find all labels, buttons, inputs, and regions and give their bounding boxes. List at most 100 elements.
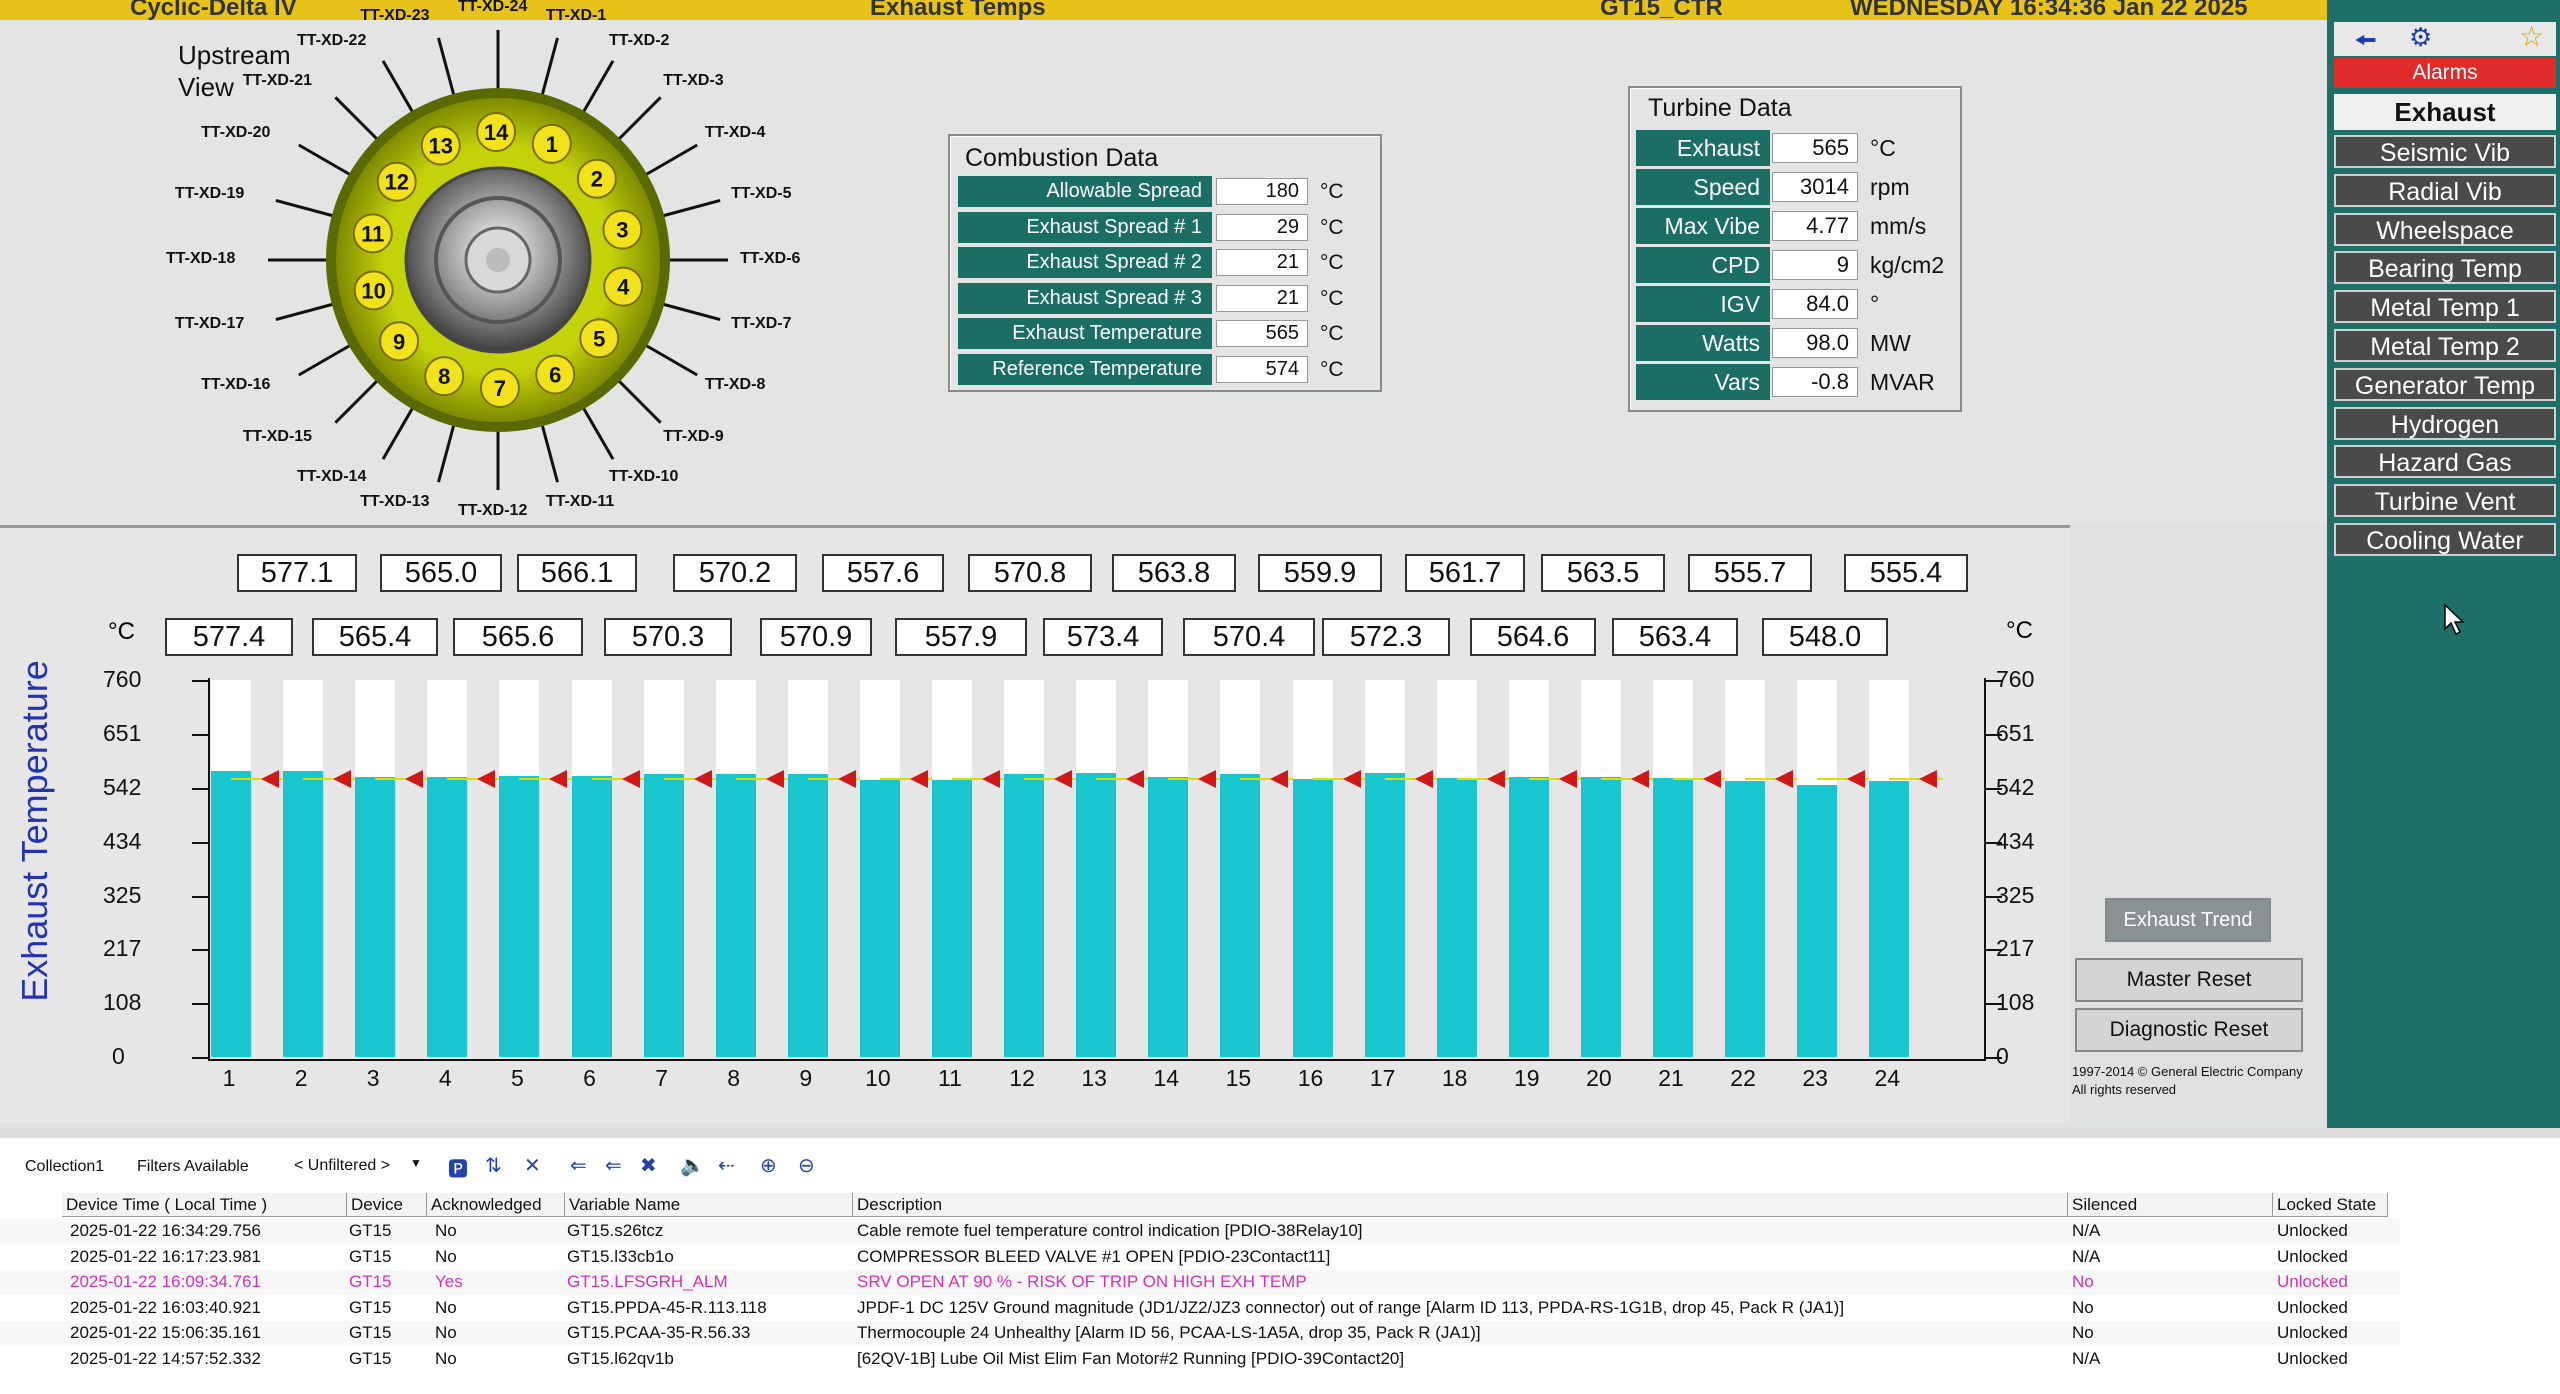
turbine-row-label: CPD [1636,247,1770,283]
column-header[interactable]: Variable Name [565,1193,853,1217]
thermocouple-label: TT-XD-13 [360,493,430,511]
delete-icon[interactable]: ✕ [524,1153,541,1178]
turbine-row-label: Speed [1636,169,1770,205]
nav-item-seismic-vib[interactable]: Seismic Vib [2334,135,2556,168]
combustion-row-label: Reference Temperature [958,353,1212,385]
reset-icon[interactable]: ⇠ [718,1153,735,1178]
thermocouple-line [661,302,721,321]
master-reset-button[interactable]: Master Reset [2075,958,2303,1002]
nav-item-generator-temp[interactable]: Generator Temp [2334,367,2556,401]
silence-icon[interactable]: ✖ [640,1153,657,1178]
column-header[interactable]: Device [347,1193,427,1217]
bar-24 [1869,781,1910,1057]
table-cell: 2025-01-22 16:09:34.761 [70,1272,261,1291]
exhaust-trend-button[interactable]: Exhaust Trend [2105,898,2271,942]
y-tick-mark-left [192,841,208,844]
column-header[interactable]: Silenced [2068,1193,2273,1217]
column-header[interactable]: Locked State [2273,1193,2388,1217]
thermocouple-line [298,343,352,377]
table-cell: No [435,1348,457,1368]
y-tick-label-left: 651 [103,720,142,747]
combustion-row-label: Exhaust Spread # 1 [958,211,1212,243]
nav-item-hydrogen[interactable]: Hydrogen [2334,406,2556,440]
thermocouple-line [540,423,559,483]
zoom-in-icon[interactable]: ⊕ [760,1153,777,1178]
nav-item-radial-vib[interactable]: Radial Vib [2334,173,2556,207]
alarms-button[interactable]: Alarms [2334,58,2556,88]
star-icon[interactable]: ☆ [2519,20,2544,53]
chevron-down-icon[interactable]: ▼ [410,1156,422,1170]
table-cell: GT15.PCAA-35-R.56.33 [567,1323,751,1342]
x-tick-label: 23 [1802,1065,1828,1091]
table-cell: N/A [2072,1348,2101,1368]
combustion-row-unit: °C [1320,251,1344,274]
table-cell: Thermocouple 24 Unhealthy [Alarm ID 56, … [857,1323,1481,1342]
value-label-top: 555.7 [1688,554,1812,592]
turbine-row-value: -0.8 [1772,367,1858,397]
diagnostic-reset-button[interactable]: Diagnostic Reset [2075,1008,2303,1052]
table-cell: Unlocked [2277,1246,2348,1266]
thermocouple-line [275,302,335,321]
bar-19 [1508,776,1549,1057]
nav-item-wheelspace[interactable]: Wheelspace [2334,212,2556,246]
value-label-bottom: 570.9 [760,618,872,656]
x-tick-label: 22 [1730,1065,1756,1091]
turbine-row-unit: MW [1870,330,1911,356]
nav-item-bearing-temp[interactable]: Bearing Temp [2334,251,2556,285]
turbine-row-value: 98.0 [1772,328,1858,358]
nav-item-hazard-gas[interactable]: Hazard Gas [2334,445,2556,479]
reference-marker [405,770,424,789]
reference-marker [693,770,712,789]
x-tick-label: 17 [1369,1065,1396,1091]
speaker-icon[interactable]: 🔈 [680,1153,705,1178]
value-label-bottom: 570.3 [604,618,732,656]
table-cell: N/A [2072,1246,2101,1266]
column-header[interactable]: Description [853,1193,2068,1217]
x-tick-label: 18 [1441,1065,1468,1091]
y-tick-mark-right [1986,841,2002,844]
burner-number: 12 [385,170,409,195]
ack-all-icon[interactable]: ⇐ [605,1153,622,1178]
thermocouple-label: TT-XD-12 [458,502,528,519]
globe-icon[interactable]: ⚙ [2409,22,2432,53]
date-time: WEDNESDAY 16:34:36 Jan 22 2025 [1850,0,2248,21]
bar-10 [859,780,900,1057]
filter-select[interactable]: < Unfiltered > [294,1157,390,1175]
y-tick-mark-right [1986,734,2002,737]
thermocouple-label: TT-XD-14 [297,468,367,486]
value-label-top: 557.6 [822,554,944,592]
table-cell: Yes [435,1272,463,1291]
filters-tab[interactable]: Filters Available [137,1158,249,1176]
thermocouple-label: TT-XD-24 [458,0,528,15]
zoom-out-icon[interactable]: ⊖ [798,1153,815,1178]
combustion-row-unit: °C [1320,357,1344,381]
splitter[interactable] [0,1128,2560,1138]
nav-item-cooling-water[interactable]: Cooling Water [2334,523,2556,556]
table-cell: GT15.s26tcz [567,1221,664,1240]
column-header[interactable]: Device Time ( Local Time ) [62,1193,347,1217]
print-icon[interactable]: 🅿 [448,1153,468,1182]
nav-item-exhaust[interactable]: Exhaust [2334,94,2556,130]
move-icon[interactable]: ⇅ [485,1153,502,1178]
collection-tab[interactable]: Collection1 [25,1158,104,1176]
value-label-top: 563.8 [1112,554,1236,592]
thermocouple-line [617,96,662,141]
turbine-row-value: 4.77 [1772,211,1858,241]
nav-item-metal-temp-1[interactable]: Metal Temp 1 [2334,290,2556,324]
burner-number: 1 [546,132,558,157]
bar-16 [1292,779,1333,1057]
thermocouple-line [540,37,559,97]
thermocouple-line [581,60,615,114]
value-label-bottom: 572.3 [1322,618,1450,656]
x-tick-label: 24 [1874,1065,1901,1091]
copyright-line-2: All rights reserved [2072,1082,2177,1097]
value-label-bottom: 557.9 [895,618,1027,656]
bar-8 [715,774,756,1057]
column-header[interactable]: Acknowledged [427,1193,565,1217]
burner-number: 14 [484,120,509,145]
nav-item-turbine-vent[interactable]: Turbine Vent [2334,484,2556,518]
reference-marker [1919,770,1938,789]
y-tick-mark-left [192,1003,208,1006]
ack-icon[interactable]: ⇐ [570,1153,587,1178]
nav-item-metal-temp-2[interactable]: Metal Temp 2 [2334,329,2556,362]
